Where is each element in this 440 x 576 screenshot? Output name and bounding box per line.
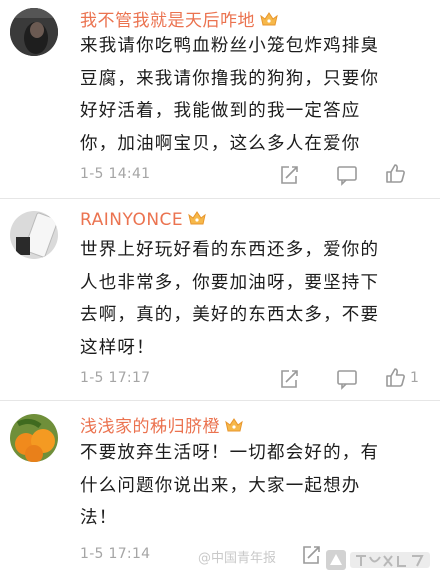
watermark: @中国青年报 bbox=[198, 551, 277, 566]
comment-icon[interactable] bbox=[336, 164, 358, 186]
crown-badge-icon bbox=[225, 418, 243, 432]
comment-2: RAINYONCE 世界上好玩好看的东西还多，爱你的 人也非常多，你要加油呀，要… bbox=[0, 199, 440, 399]
username[interactable]: RAINYONCE bbox=[80, 209, 207, 230]
comment-line: 好好活着，我能做到的我一定答应 bbox=[80, 101, 361, 121]
avatar[interactable] bbox=[10, 414, 58, 462]
comment-line: 来我请你吃鸭血粉丝小笼包炸鸡排臭 bbox=[80, 36, 380, 56]
crown-badge-icon bbox=[188, 211, 206, 225]
comment-line: 法！ bbox=[80, 508, 118, 528]
timestamp: 1-5 17:14 bbox=[80, 546, 151, 562]
timestamp: 1-5 17:17 bbox=[80, 370, 151, 386]
like-icon[interactable] bbox=[384, 163, 406, 185]
username-text[interactable]: 我不管我就是天后咋地 bbox=[80, 11, 255, 31]
site-logo bbox=[326, 550, 430, 570]
avatar[interactable] bbox=[10, 211, 58, 259]
comment-line: 这样呀！ bbox=[80, 337, 155, 358]
comment-line: 你，加油啊宝贝，这么多人在爱你 bbox=[80, 133, 361, 154]
crown-badge-icon bbox=[260, 12, 278, 26]
comment-line: 不要放弃生活呀！一切都会好的，有 bbox=[80, 443, 380, 463]
comment-line: 什么问题你说出来，大家一起想办 bbox=[80, 475, 361, 496]
share-icon[interactable] bbox=[300, 544, 322, 566]
timestamp: 1-5 14:41 bbox=[80, 166, 151, 182]
like-icon[interactable] bbox=[384, 367, 406, 389]
comment-3: 浅浅家的秭归脐橙 不要放弃生活呀！一切都会好的，有 什么问题你说出来，大家一起想… bbox=[0, 401, 440, 576]
comment-text: 来我请你吃鸭血粉丝小笼包炸鸡排臭 豆腐，来我请你撸我的狗狗，只要你 好好活着，我… bbox=[80, 30, 430, 160]
comment-1: 我不管我就是天后咋地 来我请你吃鸭血粉丝小笼包炸鸡排臭 豆腐，来我请你撸我的狗狗… bbox=[0, 0, 440, 200]
username[interactable]: 我不管我就是天后咋地 bbox=[80, 6, 279, 31]
comment-text: 世界上好玩好看的东西还多，爱你的 人也非常多，你要加油呀，要坚持下 去啊，真的，… bbox=[80, 234, 430, 364]
avatar[interactable] bbox=[10, 8, 58, 56]
username[interactable]: 浅浅家的秭归脐橙 bbox=[80, 412, 244, 437]
username-text[interactable]: RAINYONCE bbox=[80, 210, 183, 230]
share-icon[interactable] bbox=[278, 368, 300, 390]
comment-line: 世界上好玩好看的东西还多，爱你的 bbox=[80, 240, 380, 260]
comment-text: 不要放弃生活呀！一切都会好的，有 什么问题你说出来，大家一起想办 法！ bbox=[80, 437, 430, 535]
share-icon[interactable] bbox=[278, 164, 300, 186]
comment-line: 豆腐，来我请你撸我的狗狗，只要你 bbox=[80, 68, 380, 89]
comment-line: 去啊，真的，美好的东西太多，不要 bbox=[80, 305, 380, 325]
comment-icon[interactable] bbox=[336, 368, 358, 390]
like-count: 1 bbox=[410, 370, 419, 386]
username-text[interactable]: 浅浅家的秭归脐橙 bbox=[80, 417, 220, 437]
comment-line: 人也非常多，你要加油呀，要坚持下 bbox=[80, 272, 380, 293]
